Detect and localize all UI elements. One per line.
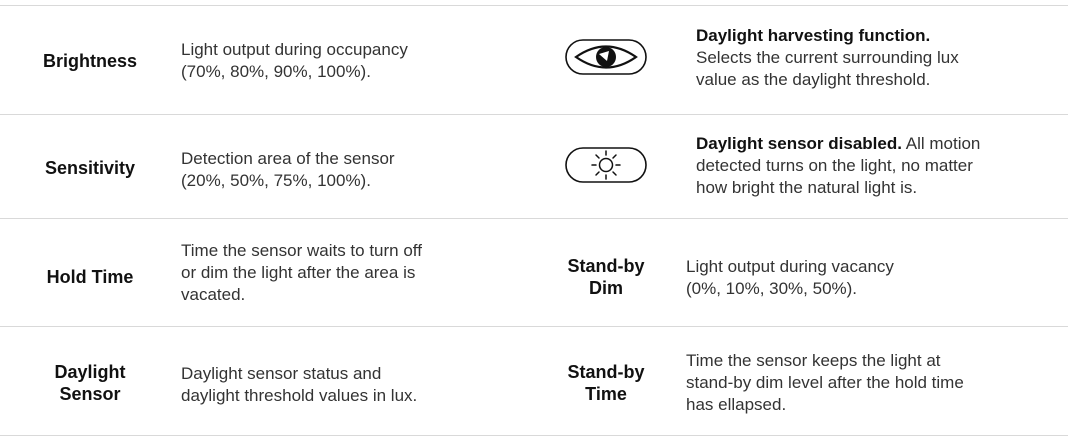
term-label: Brightness [42, 51, 138, 71]
desc-line: All motion [901, 134, 981, 153]
term-label: Time [585, 384, 627, 404]
daylight-harvesting-eye-icon [565, 39, 647, 75]
desc-stand-by-dim: Light output during vacancy (0%, 10%, 30… [686, 256, 894, 300]
term-stand-by-time: Stand-by Time [540, 361, 672, 405]
desc-bold-lead: Daylight sensor disabled. [696, 134, 902, 153]
divider [0, 435, 1068, 436]
desc-line: Daylight sensor status and [181, 364, 382, 383]
daylight-sensor-disabled-sun-icon [565, 147, 647, 183]
term-label: Hold Time [46, 267, 134, 287]
desc-line: vacated. [181, 285, 246, 304]
divider [0, 326, 1068, 327]
desc-brightness: Light output during occupancy (70%, 80%,… [181, 39, 408, 83]
desc-line: daylight threshold values in lux. [181, 386, 418, 405]
desc-line: Detection area of the sensor [181, 149, 395, 168]
settings-reference-table: Brightness Light output during occupancy… [0, 0, 1068, 437]
desc-line: Selects the current surrounding lux [696, 48, 959, 67]
desc-line: Time the sensor waits to turn off [181, 241, 422, 260]
desc-line: Light output during occupancy [181, 40, 408, 59]
desc-line: Time the sensor keeps the light at [686, 351, 941, 370]
desc-line: (20%, 50%, 75%, 100%). [181, 171, 371, 190]
desc-line: value as the daylight threshold. [696, 70, 931, 89]
term-label: Stand-by [567, 256, 645, 276]
term-label: Dim [588, 278, 623, 298]
desc-daylight-sensor: Daylight sensor status and daylight thre… [181, 363, 417, 407]
term-label: Sensor [59, 384, 121, 404]
desc-line: Light output during vacancy [686, 257, 894, 276]
desc-bold-lead: Daylight harvesting function. [696, 26, 931, 45]
term-label: Sensitivity [44, 158, 136, 178]
term-sensitivity: Sensitivity [20, 157, 160, 179]
term-brightness: Brightness [20, 50, 160, 72]
desc-line: has ellapsed. [686, 395, 787, 414]
term-label: Daylight [54, 362, 126, 382]
desc-daylight-sensor-disabled: Daylight sensor disabled. All motion det… [696, 133, 980, 199]
desc-sensitivity: Detection area of the sensor (20%, 50%, … [181, 148, 395, 192]
desc-line: (0%, 10%, 30%, 50%). [686, 279, 858, 298]
desc-line: or dim the light after the area is [181, 263, 416, 282]
desc-line: (70%, 80%, 90%, 100%). [181, 62, 371, 81]
desc-hold-time: Time the sensor waits to turn off or dim… [181, 240, 422, 306]
desc-line: detected turns on the light, no matter [696, 156, 973, 175]
term-hold-time: Hold Time [20, 266, 160, 288]
desc-line: stand-by dim level after the hold time [686, 373, 964, 392]
desc-stand-by-time: Time the sensor keeps the light at stand… [686, 350, 964, 416]
divider [0, 218, 1068, 219]
desc-line: how bright the natural light is. [696, 178, 918, 197]
term-daylight-sensor: Daylight Sensor [20, 361, 160, 405]
divider [0, 5, 1068, 6]
divider [0, 114, 1068, 115]
term-stand-by-dim: Stand-by Dim [540, 255, 672, 299]
desc-daylight-harvesting: Daylight harvesting function. Selects th… [696, 25, 959, 91]
term-label: Stand-by [567, 362, 645, 382]
